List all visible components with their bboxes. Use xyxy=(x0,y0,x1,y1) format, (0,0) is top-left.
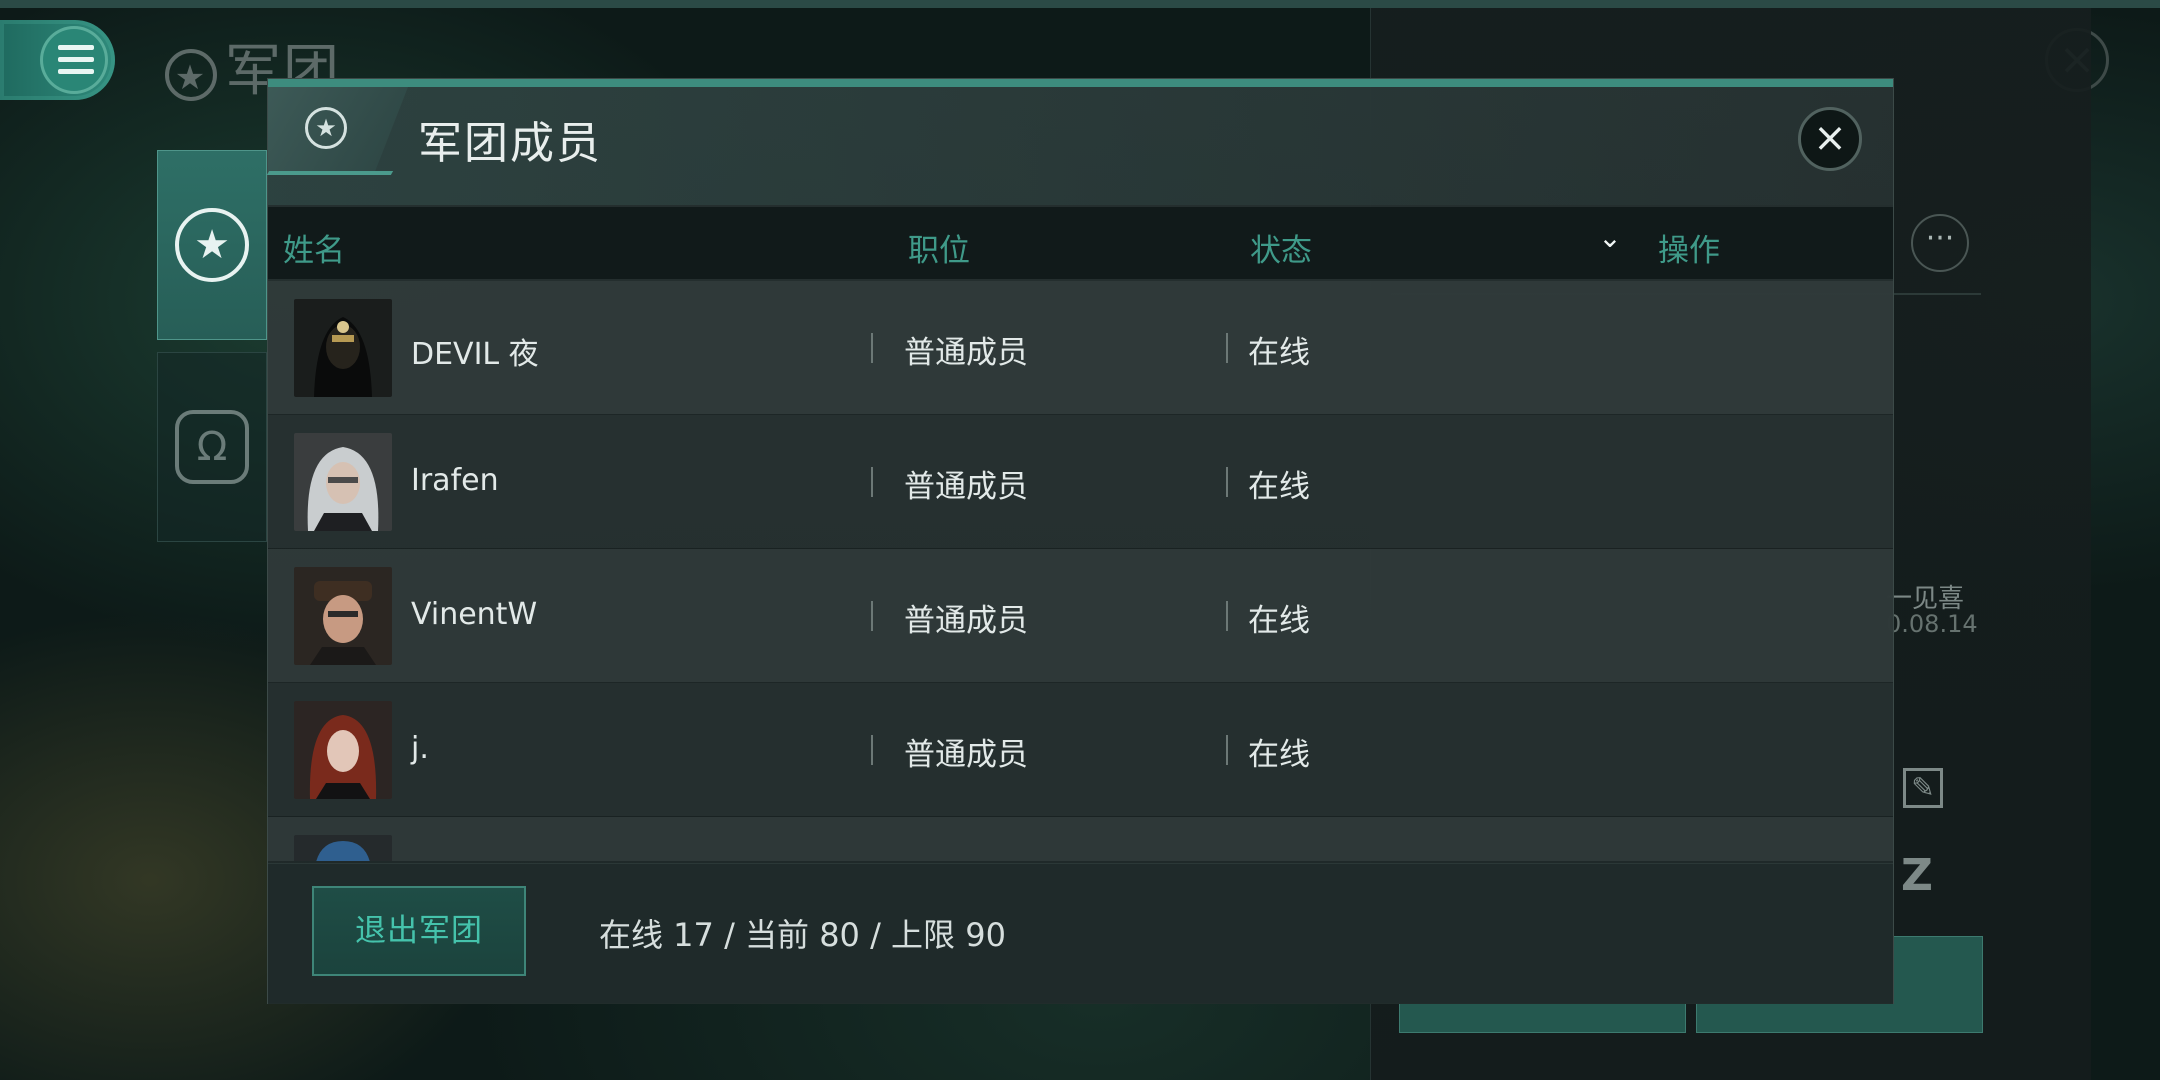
column-separator xyxy=(871,467,873,497)
omega-member-icon: Ω xyxy=(175,410,249,484)
dialog-close-button[interactable]: × xyxy=(1798,107,1862,171)
column-separator xyxy=(871,735,873,765)
top-accent-line xyxy=(0,0,2160,8)
column-separator xyxy=(1226,333,1228,363)
dialog-badge: ★ xyxy=(268,87,408,173)
legion-members-dialog: ★ 军团成员 × 姓名 职位 状态 ⌄ 操作 DEVIL 夜 普通成员 在线 I… xyxy=(266,78,1894,1004)
member-role: 普通成员 xyxy=(904,603,1028,639)
table-row[interactable]: Irafen 普通成员 在线 xyxy=(268,415,1893,549)
avatar xyxy=(294,433,392,531)
column-separator xyxy=(871,601,873,631)
member-role: 普通成员 xyxy=(904,737,1028,773)
peek-date-text: 0.08.14 xyxy=(1886,610,1978,638)
avatar xyxy=(294,701,392,799)
side-tab-omega[interactable]: Ω xyxy=(157,352,267,542)
side-nav: ★ Ω xyxy=(157,150,267,542)
hamburger-menu-icon xyxy=(58,45,94,75)
member-name: Irafen xyxy=(411,463,499,498)
header-accent-line xyxy=(266,171,394,175)
sleep-settings-icon[interactable]: Z xyxy=(1901,850,1933,901)
member-list[interactable]: DEVIL 夜 普通成员 在线 Irafen 普通成员 在线 VinentW 普… xyxy=(268,281,1893,861)
dialog-footer: 退出军团 在线 17 / 当前 80 / 上限 90 xyxy=(268,863,1893,1004)
column-separator xyxy=(1226,601,1228,631)
avatar xyxy=(294,835,392,861)
leave-legion-button[interactable]: 退出军团 xyxy=(312,886,526,976)
menu-button[interactable] xyxy=(0,20,115,100)
member-count-stats: 在线 17 / 当前 80 / 上限 90 xyxy=(599,916,1006,954)
dialog-header: ★ 军团成员 × xyxy=(266,87,1893,205)
member-status: 在线 xyxy=(1248,603,1310,639)
table-header: 姓名 职位 状态 ⌄ 操作 xyxy=(268,207,1893,279)
member-name: DEVIL 夜 xyxy=(411,337,539,372)
legion-member-star-icon: ★ xyxy=(175,208,249,282)
legion-star-icon: ★ xyxy=(165,48,217,101)
column-separator xyxy=(871,333,873,363)
legion-star-icon: ★ xyxy=(305,107,347,149)
chevron-down-icon[interactable]: ⌄ xyxy=(1593,221,1627,255)
member-name: VinentW xyxy=(411,597,538,632)
column-header-status[interactable]: 状态 xyxy=(1250,225,1312,270)
table-row[interactable]: VinentW 普通成员 在线 xyxy=(268,549,1893,683)
table-row[interactable]: j. 普通成员 在线 xyxy=(268,683,1893,817)
member-status: 在线 xyxy=(1248,737,1310,773)
member-role: 普通成员 xyxy=(904,335,1028,371)
dialog-top-bar xyxy=(268,79,1893,87)
column-header-role[interactable]: 职位 xyxy=(908,225,970,270)
dialog-title: 军团成员 xyxy=(418,118,602,169)
edit-icon[interactable]: ✎ xyxy=(1903,768,1943,808)
member-status: 在线 xyxy=(1248,469,1310,505)
column-separator xyxy=(1226,735,1228,765)
column-header-name[interactable]: 姓名 xyxy=(283,225,345,270)
more-options-button[interactable]: ··· xyxy=(1911,214,1969,272)
column-separator xyxy=(1226,467,1228,497)
column-header-action: 操作 xyxy=(1658,233,1720,269)
avatar xyxy=(294,299,392,397)
avatar xyxy=(294,567,392,665)
side-tab-members[interactable]: ★ xyxy=(157,150,267,340)
table-row[interactable]: DEVIL 夜 普通成员 在线 xyxy=(268,281,1893,415)
member-status: 在线 xyxy=(1248,335,1310,371)
member-role: 普通成员 xyxy=(904,469,1028,505)
table-row[interactable] xyxy=(268,817,1893,861)
member-name: j. xyxy=(411,731,429,766)
